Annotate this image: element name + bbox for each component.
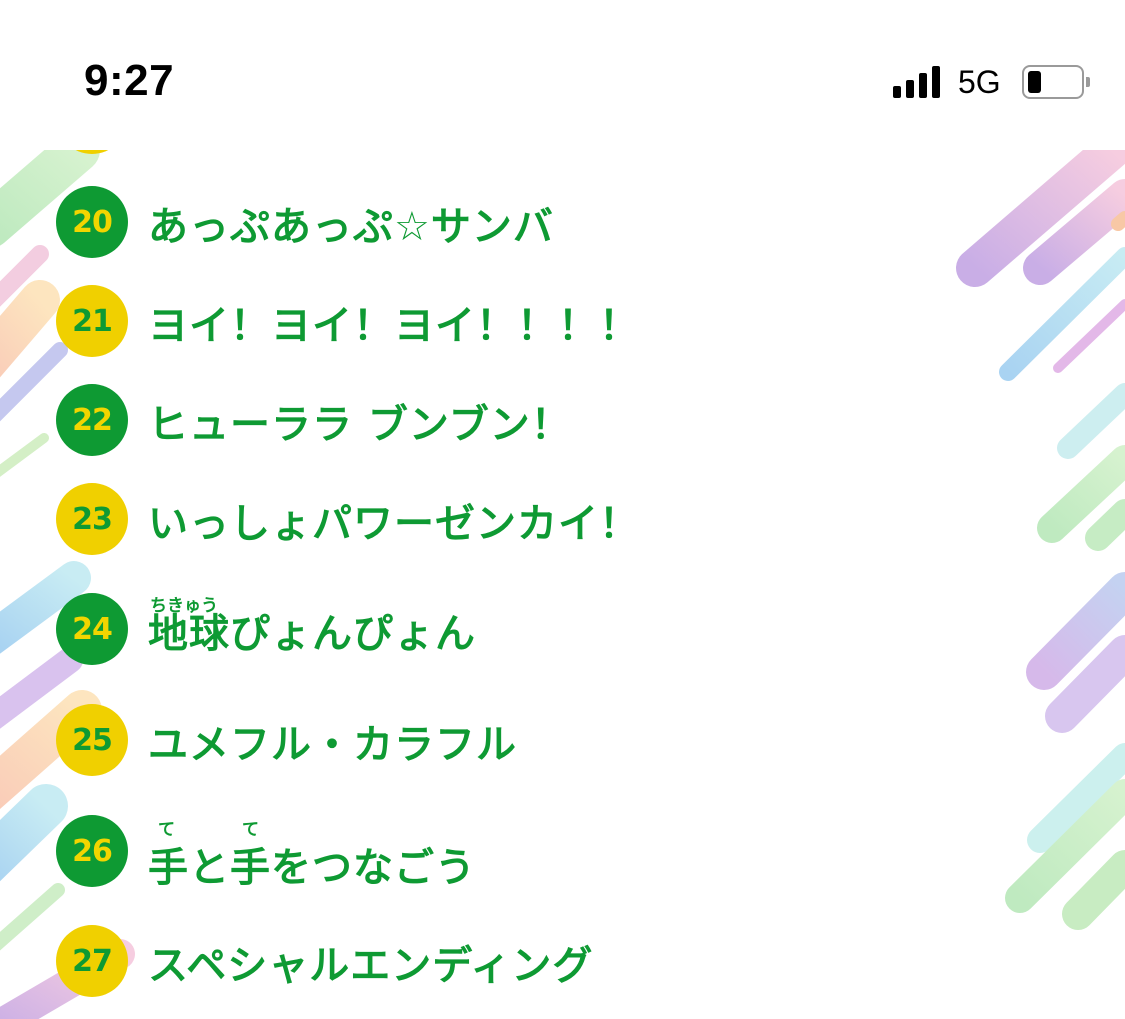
song-item[interactable]: 25 ユメフル・カラフル [56, 704, 756, 784]
song-number-badge: 25 [56, 704, 128, 776]
song-item[interactable]: 24 ちきゅう 地球ぴょんぴょん [56, 593, 756, 673]
song-title: あっぷあっぷ☆サンバ [148, 204, 554, 250]
song-list: 20 あっぷあっぷ☆サンバ 21 ヨイ！ヨイ！ヨイ！！！！ 22 ヒューララ ブ… [0, 0, 1125, 1019]
song-item[interactable]: 27 スペシャルエンディング [56, 925, 756, 1005]
song-number-badge: 22 [56, 384, 128, 456]
song-title: スペシャルエンディング [148, 943, 594, 989]
song-number-badge: 21 [56, 285, 128, 357]
song-item[interactable]: 21 ヨイ！ヨイ！ヨイ！！！！ [56, 285, 756, 365]
song-item[interactable]: 20 あっぷあっぷ☆サンバ [56, 186, 756, 266]
battery-icon [1022, 65, 1092, 99]
song-title: ヒューララ ブンブン！ [148, 402, 572, 448]
song-number-badge: 23 [56, 483, 128, 555]
song-title: ユメフル・カラフル [148, 722, 517, 768]
song-item[interactable]: 22 ヒューララ ブンブン！ [56, 384, 756, 464]
status-bar: 9:27 5G [0, 0, 1125, 150]
song-number-badge: 27 [56, 925, 128, 997]
song-number-badge: 24 [56, 593, 128, 665]
song-title: 地球ぴょんぴょん [148, 611, 476, 657]
screen: 9:27 5G 20 あっぷあっぷ☆サンバ 21 ヨイ！ヨイ！ヨイ！！！！ 22… [0, 0, 1125, 1019]
signal-icon [893, 66, 945, 98]
song-title: ヨイ！ヨイ！ヨイ！！！！ [148, 303, 640, 349]
song-item[interactable]: 23 いっしょパワーゼンカイ！ [56, 483, 756, 563]
song-title: いっしょパワーゼンカイ！ [148, 501, 640, 547]
song-title: 手と手をつなごう [148, 845, 476, 891]
song-number-badge: 26 [56, 815, 128, 887]
status-time: 9:27 [84, 56, 175, 105]
network-label: 5G [958, 64, 1001, 100]
song-number-badge: 20 [56, 186, 128, 258]
song-item[interactable]: 26 て て 手と手をつなごう [56, 815, 756, 895]
